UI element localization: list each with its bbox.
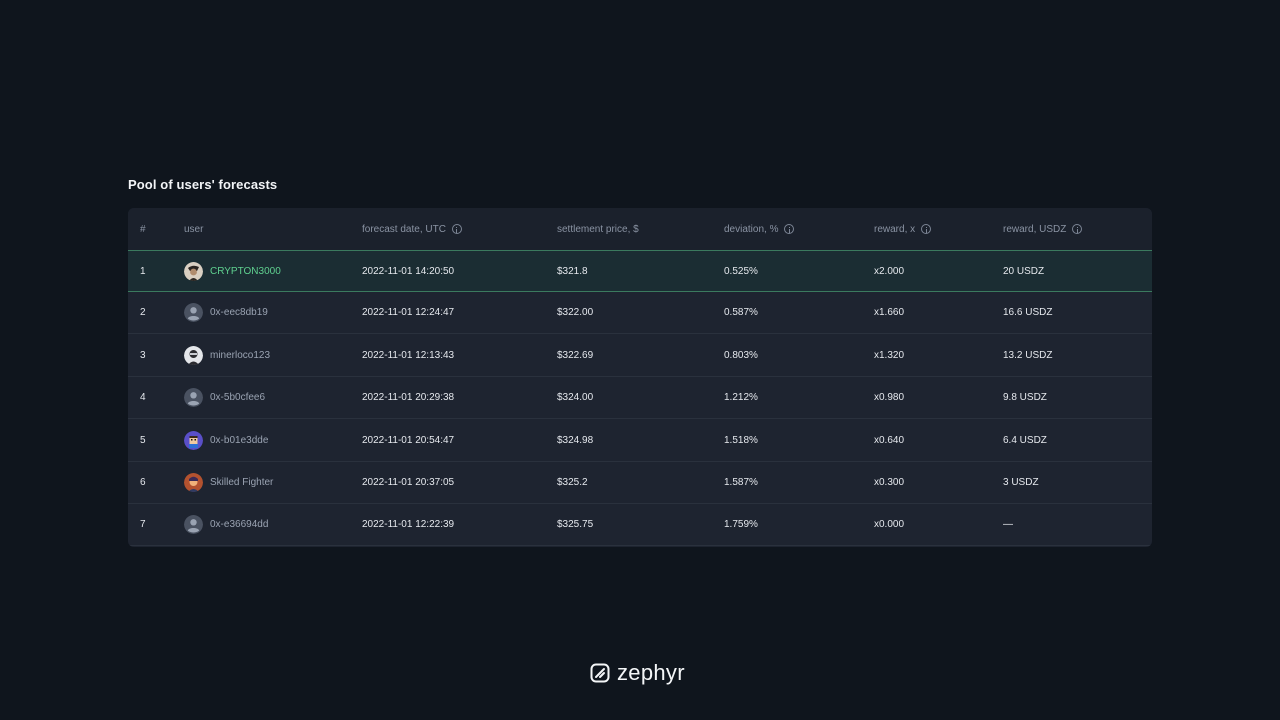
reward-x-cell: x1.660 — [874, 307, 905, 319]
rank-cell: 3 — [140, 349, 146, 361]
settlement-price-cell: $324.98 — [557, 434, 594, 446]
reward-usdz-cell: 20 USDZ — [1003, 265, 1045, 277]
user-name[interactable]: 0x-b01e3dde — [210, 435, 268, 446]
forecast-date-cell: 2022-11-01 12:24:47 — [362, 307, 455, 319]
user-name[interactable]: 0x-5b0cfee6 — [210, 392, 265, 403]
column-header-label: user — [184, 223, 204, 235]
settlement-price-cell: $324.00 — [557, 392, 594, 404]
user-name[interactable]: 0x-eec8db19 — [210, 307, 268, 318]
forecast-date-cell: 2022-11-01 12:13:43 — [362, 349, 455, 361]
rank-cell: 1 — [140, 265, 146, 277]
reward-x-cell: x2.000 — [874, 265, 905, 277]
user-cell[interactable]: 0x-5b0cfee6 — [184, 377, 265, 418]
reward-x-cell: x0.300 — [874, 477, 905, 488]
default-user-icon — [184, 515, 203, 535]
info-icon[interactable] — [1072, 224, 1083, 234]
deviation-cell: 1.518% — [724, 434, 758, 446]
zephyr-logo-icon — [590, 663, 610, 683]
column-header-label: deviation, % — [724, 223, 779, 235]
user-cell[interactable]: 0x-eec8db19 — [184, 292, 268, 333]
reward-x-cell: x0.980 — [874, 392, 905, 404]
forecast-date-cell: 2022-11-01 14:20:50 — [362, 265, 455, 277]
section-title: Pool of users' forecasts — [128, 177, 278, 192]
rank-cell: 5 — [140, 434, 146, 446]
settlement-price-cell: $321.8 — [557, 265, 588, 277]
deviation-cell: 1.587% — [724, 477, 758, 488]
reward-usdz-cell: 13.2 USDZ — [1003, 349, 1053, 361]
forecast-date-cell: 2022-11-01 20:29:38 — [362, 392, 455, 404]
user-name[interactable]: Skilled Fighter — [210, 477, 273, 488]
masked-avatar-icon — [184, 345, 203, 365]
user-cell[interactable]: 0x-b01e3dde — [184, 420, 268, 461]
column-header-label: reward, USDZ — [1003, 223, 1067, 235]
deviation-cell: 0.525% — [724, 265, 758, 277]
rank-cell: 2 — [140, 307, 146, 319]
settlement-price-cell: $325.2 — [557, 477, 588, 488]
table-row[interactable]: 4 2022-11-01 20:29:38 $324.00 1.212% x0.980 9… — [128, 377, 1152, 420]
column-header-rank[interactable]: # — [140, 208, 146, 250]
pixel-avatar-icon — [184, 430, 203, 450]
column-header-settlement-price[interactable]: settlement price, $ — [557, 208, 639, 250]
column-header-label: reward, x — [874, 223, 916, 235]
forecast-date-cell: 2022-11-01 20:37:05 — [362, 477, 455, 488]
rank-cell: 6 — [140, 477, 146, 488]
deviation-cell: 0.587% — [724, 307, 758, 319]
info-icon[interactable] — [451, 224, 462, 234]
user-cell[interactable]: CRYPTON3000 — [184, 251, 281, 291]
forecast-date-cell: 2022-11-01 20:54:47 — [362, 434, 455, 446]
rank-cell: 7 — [140, 519, 146, 531]
table-row[interactable]: 1 2022-11-01 14:20:50 $321.8 0.525% x2.000 20… — [128, 250, 1152, 292]
column-header-user[interactable]: user — [184, 208, 203, 250]
default-user-icon — [184, 303, 203, 323]
info-icon[interactable] — [784, 224, 795, 234]
column-header-label: forecast date, UTC — [362, 223, 446, 235]
table-row[interactable]: 5 2022-11-01 20:54:47 $324.98 1.518% x0.640 6… — [128, 420, 1152, 462]
reward-x-cell: x1.320 — [874, 349, 905, 361]
column-header-label: settlement price, $ — [557, 223, 639, 235]
table-row[interactable]: 3 2022-11-01 12:13:43 $322.69 0.803% x1.320 1… — [128, 335, 1152, 377]
info-icon[interactable] — [921, 224, 932, 234]
crypto-avatar-icon — [184, 261, 203, 281]
settlement-price-cell: $325.75 — [557, 519, 594, 531]
column-header-label: # — [140, 223, 146, 235]
column-header-reward-x[interactable]: reward, x — [874, 208, 932, 250]
page: Pool of users' forecasts # user forecast… — [0, 0, 1280, 720]
column-header-reward-usdz[interactable]: reward, USDZ — [1003, 208, 1083, 250]
reward-usdz-cell: — — [1003, 519, 1013, 531]
user-cell[interactable]: 0x-e36694dd — [184, 504, 268, 545]
settlement-price-cell: $322.69 — [557, 349, 594, 361]
forecasts-table: # user forecast date, UTC settlement pri… — [128, 208, 1152, 547]
column-header-deviation[interactable]: deviation, % — [724, 208, 795, 250]
reward-usdz-cell: 9.8 USDZ — [1003, 392, 1047, 404]
user-name[interactable]: CRYPTON3000 — [210, 266, 281, 277]
deviation-cell: 1.759% — [724, 519, 758, 531]
reward-usdz-cell: 6.4 USDZ — [1003, 434, 1047, 446]
rank-cell: 4 — [140, 392, 146, 404]
brand-name: zephyr — [617, 660, 685, 685]
reward-usdz-cell: 16.6 USDZ — [1003, 307, 1053, 319]
table-row[interactable]: 7 2022-11-01 12:22:39 $325.75 1.759% x0.000 —… — [128, 504, 1152, 547]
user-name[interactable]: minerloco123 — [210, 350, 270, 361]
deviation-cell: 1.212% — [724, 392, 758, 404]
user-cell[interactable]: minerloco123 — [184, 335, 270, 376]
reward-x-cell: x0.000 — [874, 519, 905, 531]
reward-usdz-cell: 3 USDZ — [1003, 477, 1039, 488]
deviation-cell: 0.803% — [724, 349, 758, 361]
column-header-forecast-date[interactable]: forecast date, UTC — [362, 208, 462, 250]
user-name[interactable]: 0x-e36694dd — [210, 519, 268, 530]
default-user-icon — [184, 388, 203, 408]
settlement-price-cell: $322.00 — [557, 307, 594, 319]
table-header: # user forecast date, UTC settlement pri… — [128, 208, 1152, 251]
table-row[interactable]: 6 2022-11-01 20:37:05 $325.2 1.587% x0.300 3 … — [128, 462, 1152, 504]
fighter-avatar-icon — [184, 473, 203, 492]
forecast-date-cell: 2022-11-01 12:22:39 — [362, 519, 455, 531]
zephyr-logo[interactable]: zephyr — [590, 661, 685, 685]
user-cell[interactable]: Skilled Fighter — [184, 462, 273, 503]
reward-x-cell: x0.640 — [874, 434, 905, 446]
table-row[interactable]: 2 2022-11-01 12:24:47 $322.00 0.587% x1.660 1… — [128, 292, 1152, 335]
